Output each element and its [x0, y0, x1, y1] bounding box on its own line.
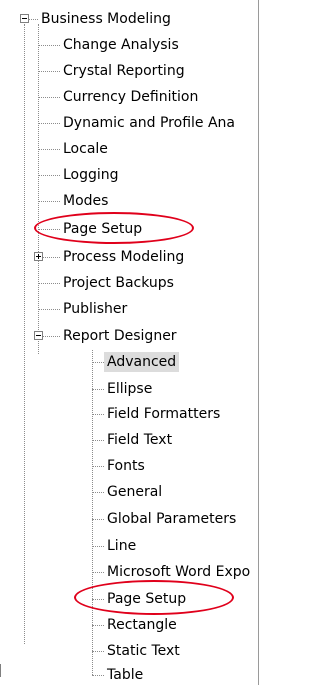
tree-item-label: Field Text — [107, 432, 173, 448]
tree-connector — [92, 414, 104, 415]
tree-item-label: Ellipse — [107, 381, 153, 397]
tree-connector — [38, 201, 60, 202]
tree-connector — [43, 336, 60, 337]
collapse-business-modeling-icon[interactable] — [20, 14, 29, 23]
tree-connector — [92, 362, 104, 363]
tree-item-label: Fonts — [107, 458, 145, 474]
tree-item-advanced[interactable]: Advanced — [104, 352, 180, 372]
tree-item-rectangle[interactable]: Rectangle — [104, 615, 180, 635]
collapse-report-designer-icon[interactable] — [34, 331, 43, 340]
tree-item-page-setup[interactable]: Page Setup — [60, 219, 145, 239]
tree-item-label: Modes — [63, 193, 109, 209]
tree-item-modes[interactable]: Modes — [60, 191, 111, 211]
tree-item-label: Advanced — [104, 352, 180, 372]
tree-item-report-designer[interactable]: Report Designer — [60, 326, 180, 346]
tree-connector — [92, 625, 104, 626]
tree-item-currency-definition[interactable]: Currency Definition — [60, 87, 201, 107]
tree-item-label: Business Modeling — [41, 11, 171, 27]
tree-connector — [92, 350, 93, 675]
tree-item-global-parameters[interactable]: Global Parameters — [104, 509, 239, 529]
tree-connector — [92, 572, 104, 573]
tree-connector — [92, 492, 104, 493]
tree-connector — [92, 546, 104, 547]
tree-item-publisher[interactable]: Publisher — [60, 299, 130, 319]
expand-process-modeling-icon[interactable] — [34, 252, 43, 261]
tree-connector — [92, 599, 104, 600]
tree-item-microsoft-word-export[interactable]: Microsoft Word Expo — [104, 562, 253, 582]
tree-connector — [92, 651, 104, 652]
tree-item-change-analysis[interactable]: Change Analysis — [60, 35, 182, 55]
tree-connector — [38, 123, 60, 124]
tree-item-general[interactable]: General — [104, 482, 165, 502]
tree-item-table[interactable]: Table — [104, 665, 146, 685]
tree-connector — [38, 283, 60, 284]
tree-connector — [38, 175, 60, 176]
tree-item-label: Global Parameters — [107, 511, 237, 527]
tree-item-label: General — [107, 484, 163, 500]
tree-item-label: Project Backups — [63, 275, 174, 291]
tree-item-static-text[interactable]: Static Text — [104, 641, 183, 661]
tree-item-business-modeling[interactable]: Business Modeling — [38, 9, 174, 29]
tree-connector — [92, 440, 104, 441]
tree-connector — [43, 257, 60, 258]
tree-connector — [29, 19, 38, 20]
tree-view[interactable]: Business Modeling Change Analysis Crysta… — [0, 0, 258, 685]
tree-item-label: Page Setup — [63, 221, 143, 237]
tree-item-field-text[interactable]: Field Text — [104, 430, 175, 450]
tree-item-label: Table — [107, 667, 144, 683]
tree-item-label: Report Designer — [63, 328, 177, 344]
tree-item-fonts[interactable]: Fonts — [104, 456, 148, 476]
tree-item-label: Page Setup — [107, 591, 187, 607]
tree-connector — [92, 466, 104, 467]
tree-connector — [38, 45, 60, 46]
tree-item-logging[interactable]: Logging — [60, 165, 122, 185]
tree-item-label: Logging — [63, 167, 119, 183]
panel-edge — [259, 0, 266, 685]
tree-connector — [24, 24, 25, 644]
tree-item-label: Rectangle — [107, 617, 177, 633]
divider — [0, 664, 1, 677]
tree-item-line[interactable]: Line — [104, 536, 139, 556]
tree-item-label: Line — [107, 538, 137, 554]
tree-connector — [38, 24, 39, 354]
tree-item-process-modeling[interactable]: Process Modeling — [60, 247, 187, 267]
tree-item-field-formatters[interactable]: Field Formatters — [104, 404, 223, 424]
tree-connector — [92, 675, 104, 676]
tree-item-label: Currency Definition — [63, 89, 199, 105]
tree-connector — [38, 309, 60, 310]
tree-item-label: Process Modeling — [63, 249, 185, 265]
tree-connector — [92, 519, 104, 520]
tree-connector — [92, 389, 104, 390]
tree-item-page-setup-report[interactable]: Page Setup — [104, 589, 189, 609]
tree-item-label: Locale — [63, 141, 108, 157]
tree-item-locale[interactable]: Locale — [60, 139, 111, 159]
tree-connector — [38, 97, 60, 98]
tree-item-ellipse[interactable]: Ellipse — [104, 379, 155, 399]
tree-item-label: Crystal Reporting — [63, 63, 185, 79]
tree-item-label: Change Analysis — [63, 37, 179, 53]
tree-item-project-backups[interactable]: Project Backups — [60, 273, 177, 293]
tree-connector — [38, 149, 60, 150]
tree-item-label: Dynamic and Profile Ana — [63, 115, 235, 131]
tree-item-crystal-reporting[interactable]: Crystal Reporting — [60, 61, 188, 81]
tree-item-label: Field Formatters — [107, 406, 221, 422]
tree-item-label: Publisher — [63, 301, 128, 317]
tree-item-dynamic-and-profile[interactable]: Dynamic and Profile Ana — [60, 113, 238, 133]
tree-connector — [38, 71, 60, 72]
tree-item-label: Static Text — [107, 643, 180, 659]
tree-connector — [38, 229, 60, 230]
tree-item-label: Microsoft Word Expo — [107, 564, 251, 580]
